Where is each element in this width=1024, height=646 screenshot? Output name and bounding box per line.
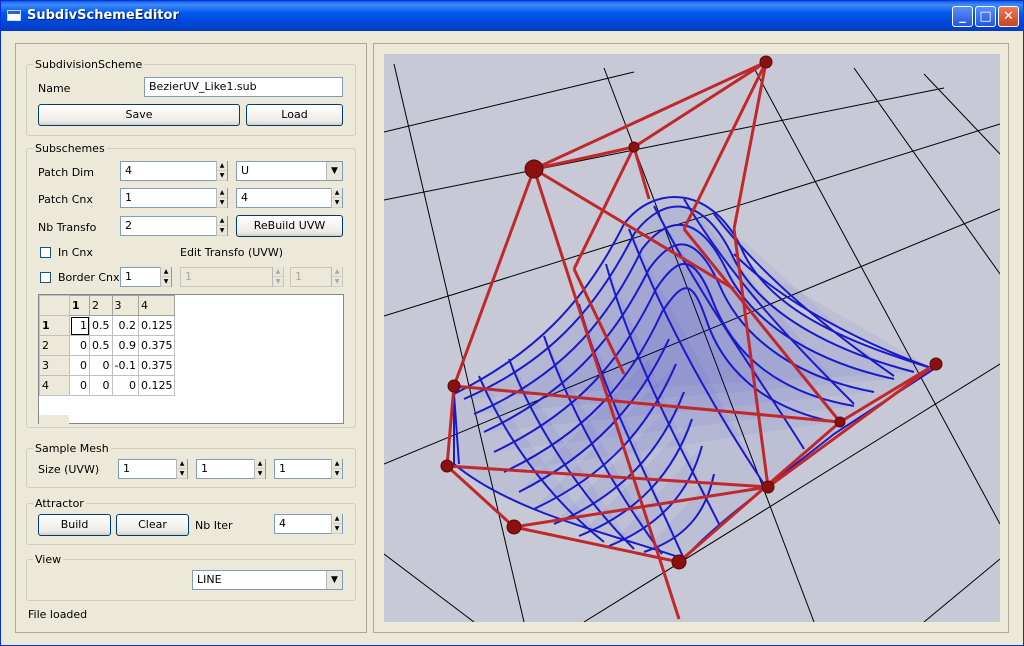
table-cell[interactable]: 0 [69,355,90,376]
subschemes-legend: Subschemes [35,142,105,155]
view-mode-select[interactable]: LINE [192,570,343,590]
rebuild-uvw-button[interactable]: ReBuild UVW [236,215,343,237]
edit-transfo-label: Edit Transfo (UVW) [180,246,284,259]
table-cell[interactable]: 0.5 [89,335,113,356]
size-uvw-label: Size (UVW) [38,463,100,476]
table-cell[interactable]: 0 [69,375,90,396]
patch-dim-field[interactable]: 4 [120,161,228,181]
patch-cnx-stepper[interactable]: ▲ ▼ [216,188,227,208]
table-row: 3 0 0 -0.1 0.375 [39,355,176,376]
table-row: 1 1 0.5 0.2 0.125 [39,315,176,336]
control-panel: SubdivisionScheme Name BezierUV_Like1.su… [15,43,367,633]
patch-cnx-stepper-2[interactable]: ▲ ▼ [331,188,342,208]
title-bar[interactable]: SubdivSchemeEditor _ □ ✕ [1,1,1023,31]
table-row: 2 0 0.5 0.9 0.375 [39,335,176,356]
table-cell[interactable]: 0.125 [137,375,176,396]
column-header[interactable]: 1 [69,295,90,316]
row-header-filler [39,415,69,425]
attractor-legend: Attractor [35,497,84,510]
chevron-down-icon[interactable]: ▼ [326,162,342,180]
edit-transfo-stepper: ▲ ▼ [272,267,283,287]
in-cnx-label: In Cnx [58,246,93,259]
table-cell[interactable]: 0.375 [137,355,176,376]
load-button[interactable]: Load [246,104,343,126]
maximize-icon[interactable]: □ [975,6,996,27]
row-header[interactable]: 1 [39,315,70,336]
edit-transfo-field: 1 [180,267,284,287]
mesh-render [383,55,1001,623]
transfo-matrix-table[interactable]: 1 2 3 4 1 1 0.5 0.2 0.125 2 0 0.5 0.9 0.… [38,294,344,425]
nb-transfo-stepper[interactable]: ▲ ▼ [216,216,227,236]
table-cell[interactable]: 0 [111,375,139,396]
column-header[interactable]: 2 [89,295,113,316]
window-title: SubdivSchemeEditor [27,8,179,23]
subdivided-mesh [453,195,937,561]
border-cnx-label: Border Cnx [58,271,120,284]
app-icon [7,10,21,21]
status-text: File loaded [28,608,88,621]
edit-transfo-stepper-2: ▲ ▼ [331,267,342,287]
close-icon[interactable]: ✕ [998,6,1019,27]
3d-viewport[interactable] [383,54,1001,623]
patch-dim-label: Patch Dim [38,166,94,179]
column-header[interactable]: 4 [137,295,176,316]
patch-dim-stepper[interactable]: ▲ ▼ [216,161,227,181]
table-cell[interactable]: 0.5 [89,315,113,336]
table-cell[interactable]: 0 [89,375,113,396]
table-corner [39,295,70,316]
save-button[interactable]: Save [38,104,240,126]
name-label: Name [38,82,71,95]
sample-mesh-legend: Sample Mesh [35,442,109,455]
table-cell[interactable]: 0 [69,335,90,356]
table-cell[interactable]: 0 [89,355,113,376]
nb-iter-label: Nb Iter [195,519,233,532]
in-cnx-checkbox[interactable] [40,247,51,258]
minimize-icon[interactable]: _ [952,6,973,27]
nb-transfo-label: Nb Transfo [38,221,97,234]
size-w-stepper[interactable]: ▲ ▼ [331,459,342,479]
patch-cnx-label: Patch Cnx [38,193,93,206]
app-window: SubdivSchemeEditor _ □ ✕ SubdivisionSche… [0,0,1024,646]
table-cell[interactable]: 0.375 [137,335,176,356]
column-header[interactable]: 3 [111,295,139,316]
subdivision-scheme-legend: SubdivisionScheme [35,58,143,71]
name-field[interactable]: BezierUV_Like1.sub [144,77,343,97]
table-cell[interactable]: 1 [69,315,90,336]
size-v-stepper[interactable]: ▲ ▼ [254,459,265,479]
table-cell[interactable]: 0.9 [111,335,139,356]
table-row: 4 0 0 0 0.125 [39,375,176,396]
row-header[interactable]: 2 [39,335,70,356]
patch-cnx-field[interactable]: 1 [120,188,228,208]
table-cell[interactable]: 0.125 [137,315,176,336]
table-cell[interactable]: -0.1 [111,355,139,376]
row-header[interactable]: 3 [39,355,70,376]
viewport-frame [373,43,1009,633]
view-legend: View [35,553,62,566]
patch-cnx-field-2[interactable]: 4 [236,188,343,208]
clear-button[interactable]: Clear [116,514,189,536]
nb-iter-stepper[interactable]: ▲ ▼ [331,514,342,534]
size-u-stepper[interactable]: ▲ ▼ [176,459,187,479]
build-button[interactable]: Build [38,514,111,536]
nb-transfo-field[interactable]: 2 [120,216,228,236]
chevron-down-icon[interactable]: ▼ [326,571,342,589]
row-header[interactable]: 4 [39,375,70,396]
border-cnx-checkbox[interactable] [40,272,51,283]
border-cnx-stepper[interactable]: ▲ ▼ [160,267,171,287]
table-cell[interactable]: 0.2 [111,315,139,336]
